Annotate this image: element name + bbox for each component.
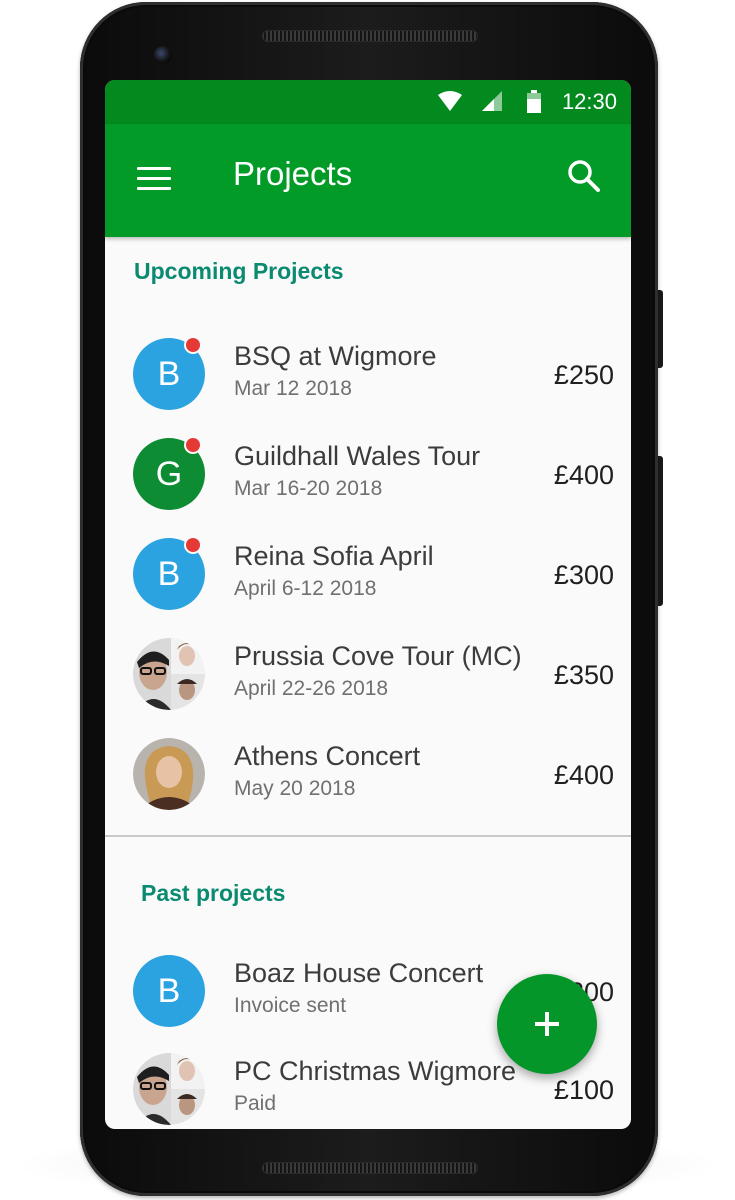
page-title: Projects [233,155,353,192]
screen: 12:30 Projects Upcoming Projects B BSQ a… [105,80,631,1129]
project-amount: £250 [553,360,614,390]
add-project-button[interactable] [497,974,597,1074]
project-row-bsq-at-wigmore[interactable]: B BSQ at Wigmore Mar 12 2018 £250 [105,318,631,418]
project-status: Paid [234,1092,277,1115]
unread-dot [186,538,200,552]
top-speaker [262,30,478,42]
project-name: Athens Concert [234,741,421,771]
project-name: PC Christmas Wigmore [234,1056,517,1086]
past-projects-header: Past projects [141,880,286,906]
project-amount: £100 [553,1075,614,1105]
project-date: April 6-12 2018 [234,577,377,600]
project-name: Prussia Cove Tour (MC) [234,641,522,671]
project-date: Mar 12 2018 [234,377,352,400]
project-amount: £350 [553,660,614,690]
search-icon[interactable] [561,154,605,198]
person-photo-avatar [133,738,205,810]
hamburger-menu-icon[interactable] [131,162,171,196]
project-row-reina-sofia-april[interactable]: B Reina Sofia April April 6-12 2018 £300 [105,518,631,618]
project-row-guildhall-wales-tour[interactable]: G Guildhall Wales Tour Mar 16-20 2018 £4… [105,418,631,518]
project-amount: £400 [553,760,614,790]
unread-dot [186,438,200,452]
status-bar: 12:30 [105,80,631,124]
unread-dot [186,338,200,352]
signal-icon [482,91,502,111]
group-photo-avatar [133,1053,205,1125]
project-name: BSQ at Wigmore [234,341,437,371]
bottom-speaker [262,1162,478,1174]
project-date: May 20 2018 [234,777,356,800]
group-photo-avatar [133,638,205,710]
project-amount: £300 [553,560,614,590]
battery-icon [527,90,541,113]
project-name: Guildhall Wales Tour [234,441,481,471]
avatar: B [133,955,205,1027]
project-status: Invoice sent [234,994,347,1017]
section-divider [105,835,631,837]
front-camera [154,46,172,64]
project-date: April 22-26 2018 [234,677,389,700]
project-name: Boaz House Concert [234,958,484,988]
project-name: Reina Sofia April [234,541,434,571]
wifi-icon [438,91,462,111]
project-row-prussia-cove-tour[interactable]: Prussia Cove Tour (MC) April 22-26 2018 … [105,618,631,718]
upcoming-projects-header: Upcoming Projects [134,258,344,284]
project-date: Mar 16-20 2018 [234,477,383,500]
project-row-athens-concert[interactable]: Athens Concert May 20 2018 £400 [105,718,631,818]
app-bar: Projects [105,124,631,237]
project-amount: £400 [553,460,614,490]
status-time: 12:30 [561,89,617,114]
